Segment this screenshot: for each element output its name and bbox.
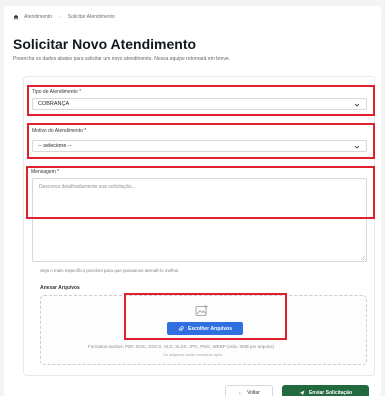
submit-button[interactable]: Enviar Solicitação [282,385,369,396]
back-label: Voltar [247,389,260,396]
submit-label: Enviar Solicitação [308,389,353,396]
send-icon [299,390,305,395]
arrow-left-icon: ← [238,389,244,396]
mensagem-hint: Seja o mais específico possível para que… [40,268,180,273]
page-title: Solicitar Novo Atendimento [13,36,197,52]
page-subtitle: Preencha os dados abaixo para solicitar … [13,56,231,62]
highlight-choose-files [124,293,287,340]
breadcrumb: Atendimento › Solicitar Atendimento [13,14,115,20]
home-icon [13,14,19,20]
breadcrumb-current: Solicitar Atendimento [67,14,115,20]
anexos-label: Anexar Arquivos [40,285,80,291]
resize-handle-icon[interactable] [361,256,365,260]
highlight-mensagem [26,166,375,219]
highlight-motivo [27,123,375,159]
accepted-formats: Formatos aceitos: PDF, DOC, DOCX, XLS, X… [88,344,274,349]
upload-note: Os arquivos serão enviados após [163,352,223,357]
chevron-right-icon: › [59,14,61,20]
highlight-tipo [27,85,375,116]
back-button[interactable]: ← Voltar [225,385,273,396]
breadcrumb-home[interactable]: Atendimento [24,14,52,20]
